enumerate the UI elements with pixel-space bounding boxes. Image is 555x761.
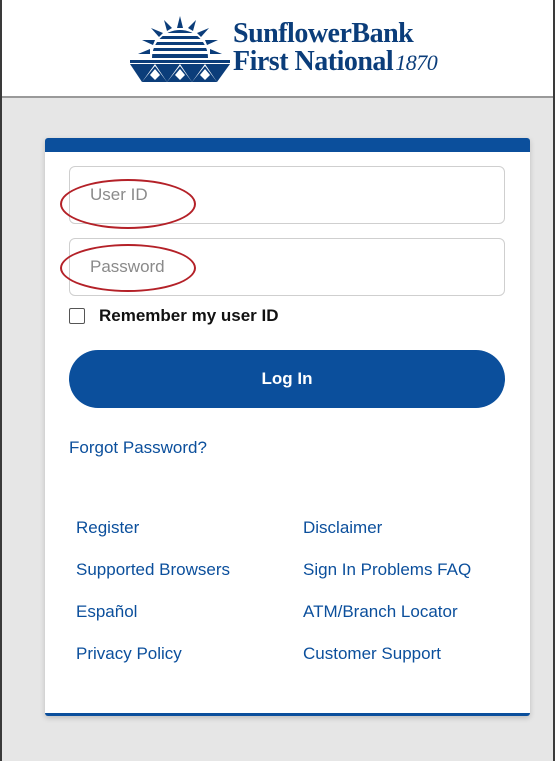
customer-support-link[interactable]: Customer Support: [303, 644, 441, 664]
remember-label: Remember my user ID: [99, 306, 279, 325]
brand-logo[interactable]: SunflowerBank First National1870: [130, 14, 450, 86]
user-id-field[interactable]: [69, 166, 505, 224]
checkbox-icon[interactable]: [69, 308, 85, 324]
atm-branch-locator-link[interactable]: ATM/Branch Locator: [303, 602, 458, 622]
sign-in-problems-faq-link[interactable]: Sign In Problems FAQ: [303, 560, 471, 580]
disclaimer-link[interactable]: Disclaimer: [303, 518, 382, 538]
privacy-policy-link[interactable]: Privacy Policy: [76, 644, 182, 664]
brand-name-line2-text: First National: [233, 46, 394, 77]
link-row: Supported Browsers Sign In Problems FAQ: [76, 560, 506, 602]
brand-year: 1870: [395, 50, 438, 75]
page-frame: SunflowerBank First National1870 Remembe…: [0, 0, 555, 761]
password-input[interactable]: [90, 255, 470, 279]
sunflower-bank-logo-icon: [130, 16, 230, 82]
brand-name-line2: First National1870: [233, 46, 438, 77]
header: SunflowerBank First National1870: [2, 0, 553, 98]
link-row: Español ATM/Branch Locator: [76, 602, 506, 644]
brand-name-line1: SunflowerBank: [233, 18, 414, 49]
brand-name: SunflowerBank First National1870: [233, 18, 438, 77]
supported-browsers-link[interactable]: Supported Browsers: [76, 560, 230, 580]
link-row: Register Disclaimer: [76, 518, 506, 560]
register-link[interactable]: Register: [76, 518, 139, 538]
login-card: Remember my user ID Log In Forgot Passwo…: [45, 138, 530, 716]
user-id-input[interactable]: [90, 183, 470, 207]
remember-user-id[interactable]: Remember my user ID: [69, 304, 279, 328]
link-row: Privacy Policy Customer Support: [76, 644, 506, 686]
login-button[interactable]: Log In: [69, 350, 505, 408]
forgot-password-link[interactable]: Forgot Password?: [69, 438, 207, 458]
footer-links: Register Disclaimer Supported Browsers S…: [76, 518, 506, 686]
password-field[interactable]: [69, 238, 505, 296]
espanol-link[interactable]: Español: [76, 602, 137, 622]
